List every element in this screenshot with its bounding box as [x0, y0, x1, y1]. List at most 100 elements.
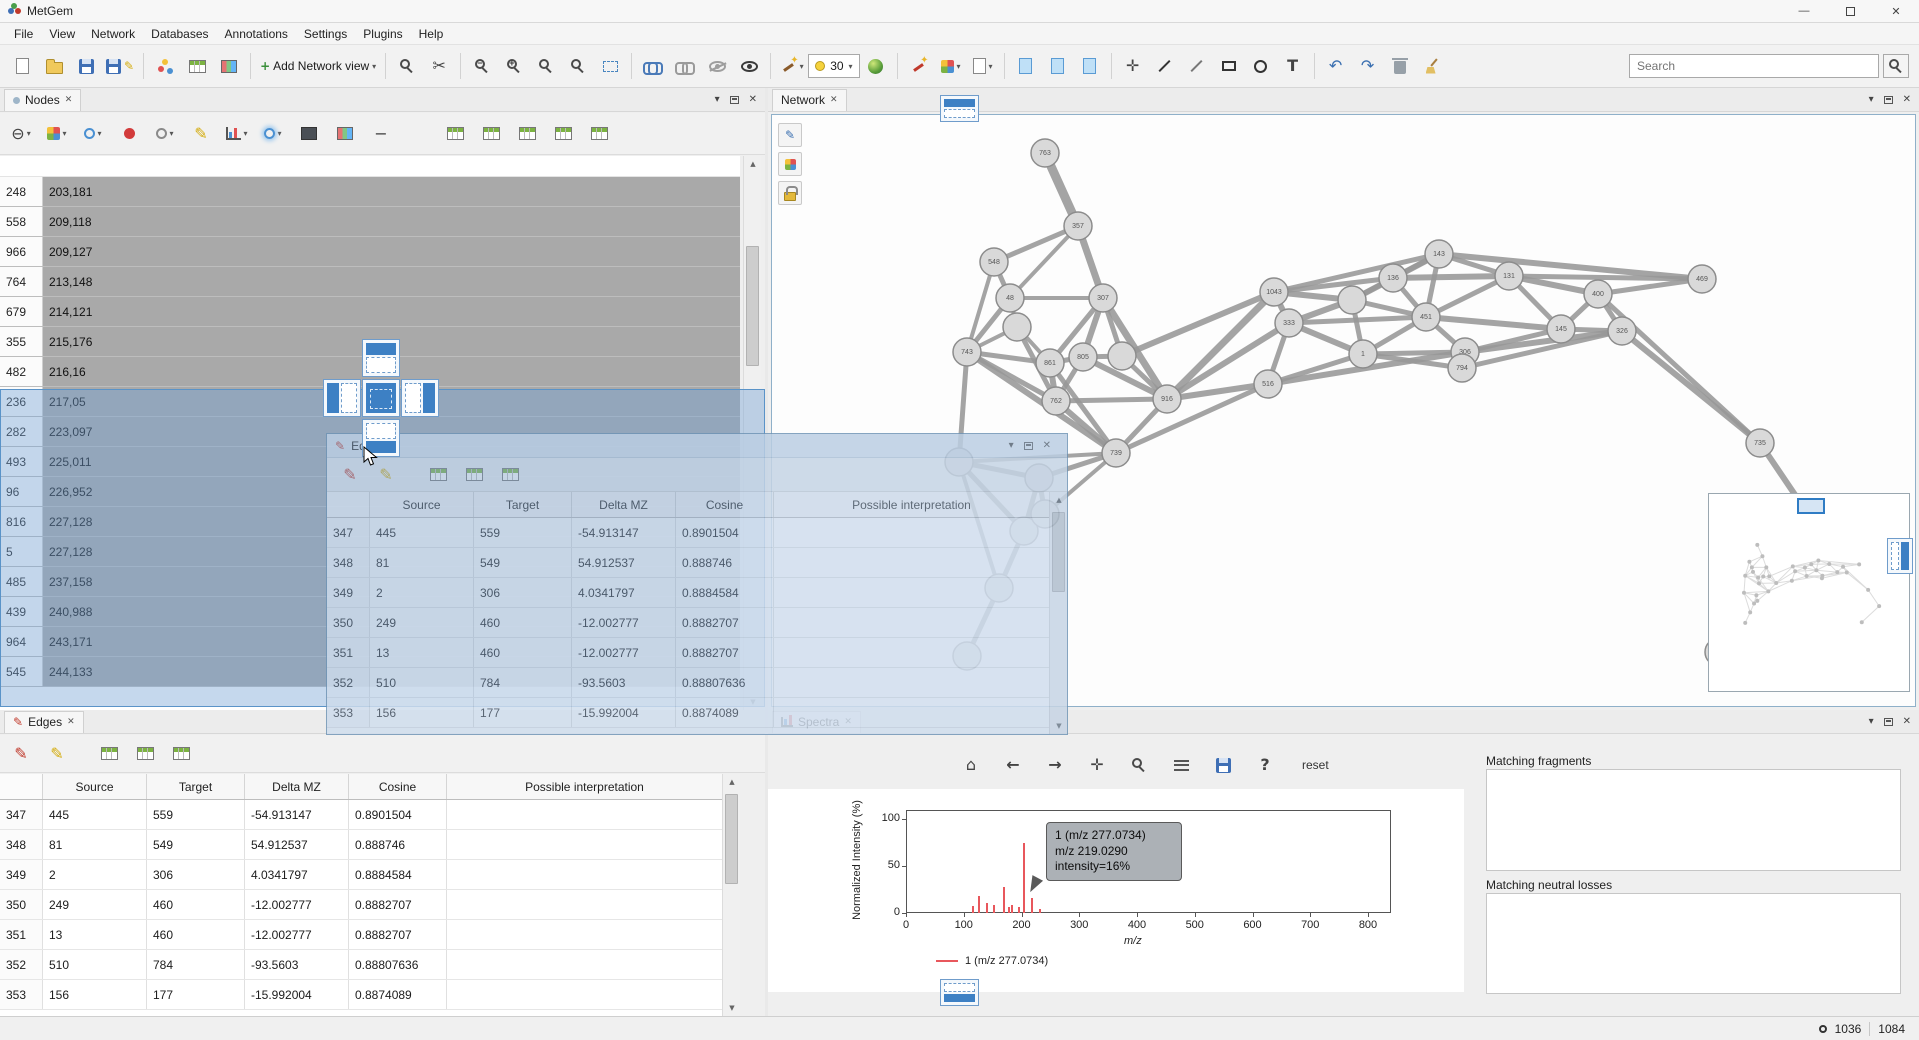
column-header-target[interactable]: Target — [147, 774, 245, 799]
row-header-cell[interactable]: 353 — [0, 980, 43, 1009]
new-file-button[interactable] — [6, 49, 38, 83]
dock-indicator-right[interactable] — [401, 379, 439, 417]
tab-network[interactable]: Network ✕ — [772, 89, 847, 111]
home-button[interactable]: ⌂ — [958, 752, 984, 778]
edges-table-row[interactable]: 34923064.03417970.8884584 — [0, 860, 722, 890]
view-selected-edges-button[interactable] — [130, 739, 160, 769]
graph-edge[interactable] — [1598, 279, 1702, 294]
graph-node[interactable]: 735 — [1746, 429, 1774, 457]
graph-node[interactable]: 307 — [1089, 284, 1117, 312]
graph-node[interactable]: 451 — [1412, 303, 1440, 331]
data-cell[interactable]: 510 — [43, 950, 147, 979]
edges-table-row[interactable]: 3488154954.9125370.888746 — [0, 830, 722, 860]
highlight-tool-button[interactable]: ▾ — [776, 49, 808, 83]
graph-edge[interactable] — [1393, 276, 1509, 278]
nodes-table-row[interactable]: 558209,118 — [0, 207, 740, 237]
save-button[interactable] — [70, 49, 102, 83]
matching-fragments-box[interactable] — [1486, 769, 1901, 871]
annotate-tool-button[interactable] — [903, 49, 935, 83]
graph-node[interactable]: 136 — [1379, 264, 1407, 292]
scroll-up-icon[interactable]: ▲ — [723, 774, 741, 790]
edges-table-row[interactable]: 35113460-12.0027770.8882707 — [0, 920, 722, 950]
node-color-button[interactable] — [114, 119, 144, 149]
row-header-cell[interactable]: 764 — [0, 267, 43, 296]
color-nodes-button[interactable] — [860, 49, 892, 83]
import-group-mapping-button[interactable] — [213, 49, 245, 83]
add-network-view-button[interactable]: + Add Network view ▾ — [256, 49, 380, 83]
graph-node[interactable] — [1003, 313, 1031, 341]
close-button[interactable]: ✕ — [1873, 0, 1919, 23]
help-button[interactable]: ? — [1252, 752, 1278, 778]
row-header-cell[interactable]: 351 — [0, 920, 43, 949]
graph-node[interactable]: 794 — [1448, 354, 1476, 382]
graph-node[interactable]: 916 — [1153, 385, 1181, 413]
view-all-columns-button[interactable] — [440, 119, 470, 149]
highlight-rows-button[interactable]: ✎ — [186, 119, 216, 149]
scrollbar-thumb[interactable] — [746, 246, 759, 366]
hide-items-button[interactable] — [701, 49, 733, 83]
data-cell[interactable]: 0.8901504 — [349, 800, 447, 829]
show-items-button[interactable] — [733, 49, 765, 83]
zoom-rect-button[interactable] — [1126, 752, 1152, 778]
graph-node[interactable]: 143 — [1425, 240, 1453, 268]
row-header-cell[interactable]: 355 — [0, 327, 43, 356]
row-header-cell[interactable]: 966 — [0, 237, 43, 266]
process-network-button[interactable] — [149, 49, 181, 83]
zoom-out-button[interactable] — [466, 49, 498, 83]
floating-edges-panel[interactable]: ✎ Edges ▾ ✕ ✎ ✎ SourceTargetDelta MZCosi… — [327, 434, 1067, 734]
dock-float-button[interactable] — [1884, 96, 1893, 104]
row-header-cell[interactable]: 248 — [0, 177, 43, 206]
data-cell[interactable]: 156 — [43, 980, 147, 1009]
menu-settings[interactable]: Settings — [296, 25, 355, 43]
graph-node[interactable]: 743 — [953, 338, 981, 366]
settings-tool-button[interactable]: ▾ — [935, 49, 967, 83]
pan-button[interactable]: ✛ — [1084, 752, 1110, 778]
data-cell[interactable]: -15.992004 — [245, 980, 349, 1009]
redo-button[interactable]: ↷ — [1352, 49, 1384, 83]
nodes-table-row[interactable]: 248203,181 — [0, 177, 740, 207]
graph-node[interactable]: 763 — [1031, 139, 1059, 167]
data-cell[interactable]: 784 — [147, 950, 245, 979]
dock-close-button[interactable]: ✕ — [1903, 94, 1911, 105]
node-size-button[interactable]: ▾ — [78, 119, 108, 149]
graph-node[interactable]: 548 — [980, 248, 1008, 276]
row-header-cell[interactable]: 348 — [0, 830, 43, 859]
color-pick-button[interactable] — [778, 152, 802, 176]
edges-scrollbar[interactable]: ▲ ▼ — [722, 774, 740, 1016]
scroll-down-icon[interactable]: ▼ — [723, 1000, 741, 1016]
graph-node[interactable] — [1108, 342, 1136, 370]
dock-indicator-spectra-bottom[interactable] — [940, 979, 979, 1006]
tab-nodes[interactable]: Nodes ✕ — [4, 89, 81, 111]
menu-network[interactable]: Network — [83, 25, 143, 43]
forward-button[interactable]: → — [1042, 752, 1068, 778]
graph-node[interactable]: 326 — [1608, 317, 1636, 345]
close-icon[interactable]: ✕ — [67, 717, 75, 727]
graph-node[interactable]: 131 — [1495, 262, 1523, 290]
close-icon[interactable]: ✕ — [65, 95, 73, 105]
row-header-cell[interactable]: 352 — [0, 950, 43, 979]
data-cell[interactable]: -54.913147 — [245, 800, 349, 829]
data-cell[interactable]: 0.8874089 — [349, 980, 447, 1009]
data-cell[interactable] — [447, 920, 722, 949]
row-header-cell[interactable]: 679 — [0, 297, 43, 326]
remove-column-button[interactable]: ⊖▾ — [6, 119, 36, 149]
column-header-cosine[interactable]: Cosine — [349, 774, 447, 799]
data-cell[interactable]: -12.002777 — [245, 920, 349, 949]
delete-button[interactable] — [1384, 49, 1416, 83]
view-group-button[interactable] — [548, 119, 578, 149]
export-spectra-button[interactable] — [1074, 49, 1106, 83]
data-cell[interactable]: -93.5603 — [245, 950, 349, 979]
data-cell[interactable] — [447, 800, 722, 829]
color-mapping-button[interactable]: ▾ — [42, 119, 72, 149]
line-tool-button[interactable] — [1149, 49, 1181, 83]
menu-plugins[interactable]: Plugins — [355, 25, 410, 43]
nodes-table-row[interactable]: 966209,127 — [0, 237, 740, 267]
graph-node[interactable]: 516 — [1254, 370, 1282, 398]
data-cell[interactable]: 0.888746 — [349, 830, 447, 859]
zoom-reset-button[interactable] — [530, 49, 562, 83]
data-cell[interactable]: 54.912537 — [245, 830, 349, 859]
data-cell[interactable]: -12.002777 — [245, 890, 349, 919]
menu-view[interactable]: View — [41, 25, 83, 43]
mz-cell[interactable]: 209,127 — [43, 237, 740, 266]
view-filtered-edges-button[interactable] — [166, 739, 196, 769]
